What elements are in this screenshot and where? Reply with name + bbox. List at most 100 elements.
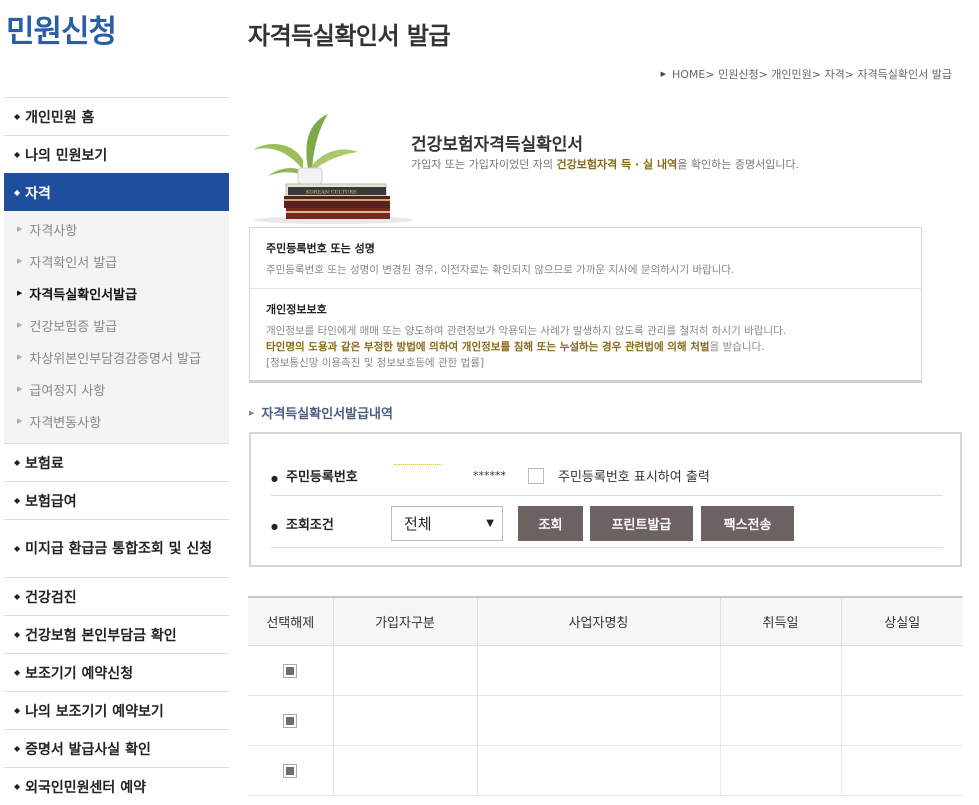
sidebar-sub-label: 차상위본인부담경감증명서 발급 (29, 351, 201, 367)
section-title-text: 자격득실확인서발급내역 (261, 407, 393, 422)
sidebar-item-premium[interactable]: ◆ 보험료 (4, 443, 229, 481)
bullet-icon: ◆ (14, 188, 21, 197)
table-cell (840, 645, 963, 696)
col-member-type: 가입자구분 (332, 597, 477, 646)
condition-label: ● 조회조건 (271, 514, 391, 533)
notice-text: 개인정보를 타인에게 매매 또는 양도하여 관련정보가 악용되는 사례가 발생하… (266, 323, 905, 371)
sidebar-sub-label: 자격변동사항 (29, 415, 102, 431)
bullet-icon: ◆ (14, 592, 21, 601)
bullet-icon: ◆ (14, 630, 21, 639)
col-deselect[interactable]: 선택해제 (248, 597, 333, 646)
col-acquired-date: 취득일 (719, 597, 841, 646)
notice-line: 타인명의 도용과 같은 부정한 방법에 의하여 개인정보를 침해 또는 누설하는… (266, 339, 905, 355)
table-cell (332, 695, 477, 746)
arrow-right-icon: ▶ (17, 289, 23, 297)
show-ssn-label[interactable]: 주민등록번호 표시하여 출력 (558, 466, 710, 485)
bullet-icon: ◆ (14, 458, 21, 467)
arrow-right-icon: ▶ (660, 70, 666, 78)
col-business-name: 사업자명칭 (476, 597, 720, 646)
sidebar-sub-label: 자격사항 (29, 223, 78, 239)
sidebar-sub-label: 급여정지 사항 (29, 383, 106, 399)
bullet-icon: ◆ (14, 782, 21, 791)
bullet-icon: ● (271, 522, 278, 531)
sidebar-item-my-civil[interactable]: ◆ 나의 민원보기 (4, 135, 229, 173)
sidebar-item-label: 개인민원 홈 (25, 109, 95, 126)
sidebar-item-cert-verify[interactable]: ◆ 증명서 발급사실 확인 (4, 729, 229, 767)
sidebar-sub-qualification-cert[interactable]: ▶ 자격확인서 발급 (4, 245, 229, 277)
arrow-right-icon: ▶ (17, 321, 23, 329)
masked-mark (394, 464, 442, 465)
bullet-icon: ◆ (14, 543, 21, 553)
bullet-icon: ◆ (14, 496, 21, 505)
intro-desc-text: 가입자 또는 가입자이었던 자의 (411, 158, 557, 171)
section-title: ▶ 자격득실확인서발급내역 (249, 403, 393, 422)
table-row (248, 645, 963, 696)
bullet-icon: ◆ (14, 668, 21, 677)
bullet-icon: ◆ (14, 706, 21, 715)
notice-heading: 개인정보보호 (266, 303, 327, 316)
condition-label-text: 조회조건 (285, 518, 334, 533)
sidebar-sub-qualification-info[interactable]: ▶ 자격사항 (4, 213, 229, 245)
row-select-cell (248, 695, 333, 746)
row-select-cell (248, 645, 333, 696)
table-row (248, 745, 963, 796)
table-cell (332, 745, 477, 796)
sidebar-sub-label: 건강보험증 발급 (29, 319, 118, 335)
sidebar-sub-insurance-card[interactable]: ▶ 건강보험증 발급 (4, 309, 229, 341)
ssn-value: ****** (391, 464, 506, 482)
table-cell (332, 645, 477, 696)
sidebar-sub-copay-reduction-cert[interactable]: ▶ 차상위본인부담경감증명서 발급 (4, 341, 229, 373)
arrow-right-icon: ▶ (17, 385, 23, 393)
sidebar-item-label: 외국인민원센터 예약 (25, 779, 146, 796)
ssn-masked: ****** (473, 469, 506, 482)
sidebar-item-label: 증명서 발급사실 확인 (25, 741, 151, 758)
arrow-right-icon: ▶ (249, 408, 255, 417)
row-checkbox[interactable] (283, 714, 298, 728)
table-cell (476, 695, 720, 746)
notice-highlight: 타인명의 도용과 같은 부정한 방법에 의하여 개인정보를 침해 또는 누설하는… (266, 341, 710, 353)
notice-box: 주민등록번호 또는 성명 주민등록번호 또는 성명이 변경된 경우, 이전자료는… (249, 227, 922, 383)
sidebar-sub-label: 자격득실확인서발급 (29, 287, 138, 303)
condition-select-value: 전체 (404, 515, 432, 533)
sidebar-item-unpaid-refund[interactable]: ◆ 미지급 환급금 통합조회 및 신청 (4, 519, 229, 577)
intro-banner: KOREAN CULTURE 건강보험자격득실확인서 가입자 또는 가입자이었던… (248, 110, 948, 225)
table-cell (476, 745, 720, 796)
sidebar-item-my-assistive[interactable]: ◆ 나의 보조기기 예약보기 (4, 691, 229, 729)
sidebar-item-assistive-reserve[interactable]: ◆ 보조기기 예약신청 (4, 653, 229, 691)
print-issue-button[interactable]: 프린트발급 (590, 506, 693, 541)
fax-send-button[interactable]: 팩스전송 (701, 506, 794, 541)
page-title: 자격득실확인서 발급 (248, 22, 451, 50)
sidebar-item-benefits[interactable]: ◆ 보험급여 (4, 481, 229, 519)
sidebar-sub-gain-loss-cert[interactable]: ▶ 자격득실확인서발급 (4, 277, 229, 309)
sidebar-item-qualification[interactable]: ◆ 자격 (4, 173, 229, 211)
sidebar-sub-qualification-changes[interactable]: ▶ 자격변동사항 (4, 405, 229, 437)
sidebar-item-label: 보험급여 (25, 493, 77, 510)
arrow-right-icon: ▶ (17, 225, 23, 233)
search-button[interactable]: 조회 (518, 506, 583, 541)
sidebar-item-foreigner-center[interactable]: ◆ 외국인민원센터 예약 (4, 767, 229, 805)
table-header-row: 선택해제 가입자구분 사업자명칭 취득일 상실일 (248, 597, 963, 646)
sidebar-item-civil-home[interactable]: ◆ 개인민원 홈 (4, 97, 229, 135)
notice-section-ssn: 주민등록번호 또는 성명 주민등록번호 또는 성명이 변경된 경우, 이전자료는… (250, 228, 921, 278)
sidebar-nav: ◆ 개인민원 홈 ◆ 나의 민원보기 ◆ 자격 ▶ 자격사항 ▶ 자격확인서 발급 ▶ 자격… (4, 97, 229, 805)
sidebar-item-label: 건강보험 본인부담금 확인 (25, 627, 177, 644)
bullet-icon: ◆ (14, 744, 21, 753)
sidebar-sub-benefit-suspension[interactable]: ▶ 급여정지 사항 (4, 373, 229, 405)
sidebar-item-label: 건강검진 (25, 589, 77, 606)
arrow-right-icon: ▶ (17, 417, 23, 425)
notice-heading: 주민등록번호 또는 성명 (266, 242, 375, 255)
row-checkbox[interactable] (283, 764, 298, 778)
table-cell (719, 695, 841, 746)
show-ssn-checkbox[interactable] (528, 467, 544, 484)
sidebar-sub-label: 자격확인서 발급 (29, 255, 118, 271)
sidebar-item-label: 보험료 (25, 455, 64, 472)
sidebar-item-health-checkup[interactable]: ◆ 건강검진 (4, 577, 229, 615)
table-row (248, 695, 963, 746)
row-checkbox[interactable] (283, 664, 298, 678)
condition-select[interactable]: 전체 ▼ (391, 506, 503, 541)
intro-desc-highlight: 건강보험자격 득 · 실 내역 (556, 158, 678, 171)
ssn-label-text: 주민등록번호 (285, 470, 358, 485)
sidebar-item-copay-check[interactable]: ◆ 건강보험 본인부담금 확인 (4, 615, 229, 653)
sidebar-item-label: 미지급 환급금 통합조회 및 신청 (25, 540, 213, 557)
table-cell (476, 645, 720, 696)
